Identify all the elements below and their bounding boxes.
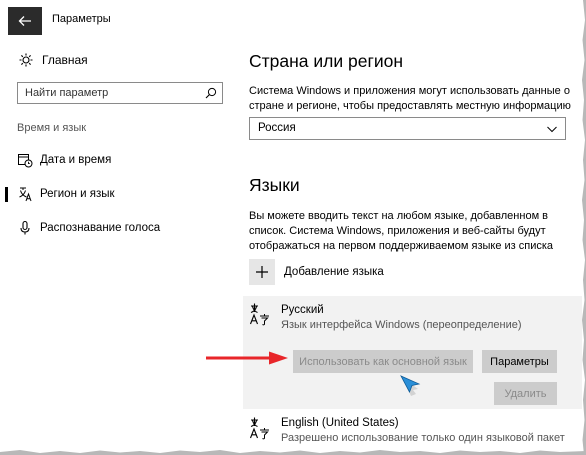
section-label: Время и язык (17, 122, 87, 134)
language-name: English (United States) (281, 417, 399, 429)
search-field[interactable] (17, 82, 223, 104)
sidebar-item-label: Распознавание голоса (40, 222, 161, 234)
language-icon (249, 417, 269, 440)
torn-edge-bottom (0, 450, 586, 455)
language-icon (249, 303, 269, 326)
language-subtitle: Язык интерфейса Windows (переопределение… (281, 319, 522, 331)
language-subtitle: Разрешено использование только один язык… (281, 432, 565, 444)
plus-icon (249, 259, 275, 285)
chevron-down-icon (547, 126, 557, 133)
annotation-arrow (206, 351, 288, 365)
back-arrow-icon (18, 16, 31, 26)
mouse-cursor-icon (400, 375, 421, 396)
sidebar-item-label: Регион и язык (40, 188, 115, 200)
country-selected-value: Россия (258, 122, 296, 134)
calendar-clock-icon (18, 154, 33, 168)
set-default-language-button[interactable]: Использовать как основной язык (293, 350, 473, 373)
add-language-label: Добавление языка (284, 266, 384, 278)
nav-home-label: Главная (42, 53, 88, 67)
region-language-icon (19, 187, 32, 202)
torn-edge-right (582, 0, 586, 455)
sidebar-item-region-language[interactable]: Регион и язык (0, 177, 232, 211)
sidebar: Главная Время и язык Дата и время Регион… (0, 38, 232, 455)
microphone-icon (20, 220, 30, 235)
languages-heading: Языки (249, 175, 300, 195)
country-dropdown[interactable]: Россия (249, 117, 566, 140)
languages-description: Вы можете вводить текст на любом языке, … (249, 210, 554, 252)
language-name: Русский (281, 304, 324, 316)
search-icon[interactable] (205, 87, 217, 99)
back-button[interactable] (8, 7, 42, 35)
nav-home[interactable]: Главная (18, 52, 88, 68)
title-bar: Параметры (0, 0, 582, 38)
sidebar-item-date-time[interactable]: Дата и время (0, 143, 232, 177)
window-title: Параметры (52, 13, 111, 25)
sidebar-item-label: Дата и время (40, 154, 112, 166)
search-input[interactable] (18, 83, 198, 103)
language-options-button[interactable]: Параметры (482, 350, 557, 373)
country-description: Система Windows и приложения могут испол… (249, 85, 571, 112)
country-heading: Страна или регион (249, 51, 404, 71)
selection-indicator (5, 187, 8, 202)
sidebar-item-speech[interactable]: Распознавание голоса (0, 211, 232, 245)
gear-icon (19, 53, 33, 67)
add-language-button[interactable]: Добавление языка (249, 259, 384, 285)
remove-language-button[interactable]: Удалить (494, 382, 557, 405)
